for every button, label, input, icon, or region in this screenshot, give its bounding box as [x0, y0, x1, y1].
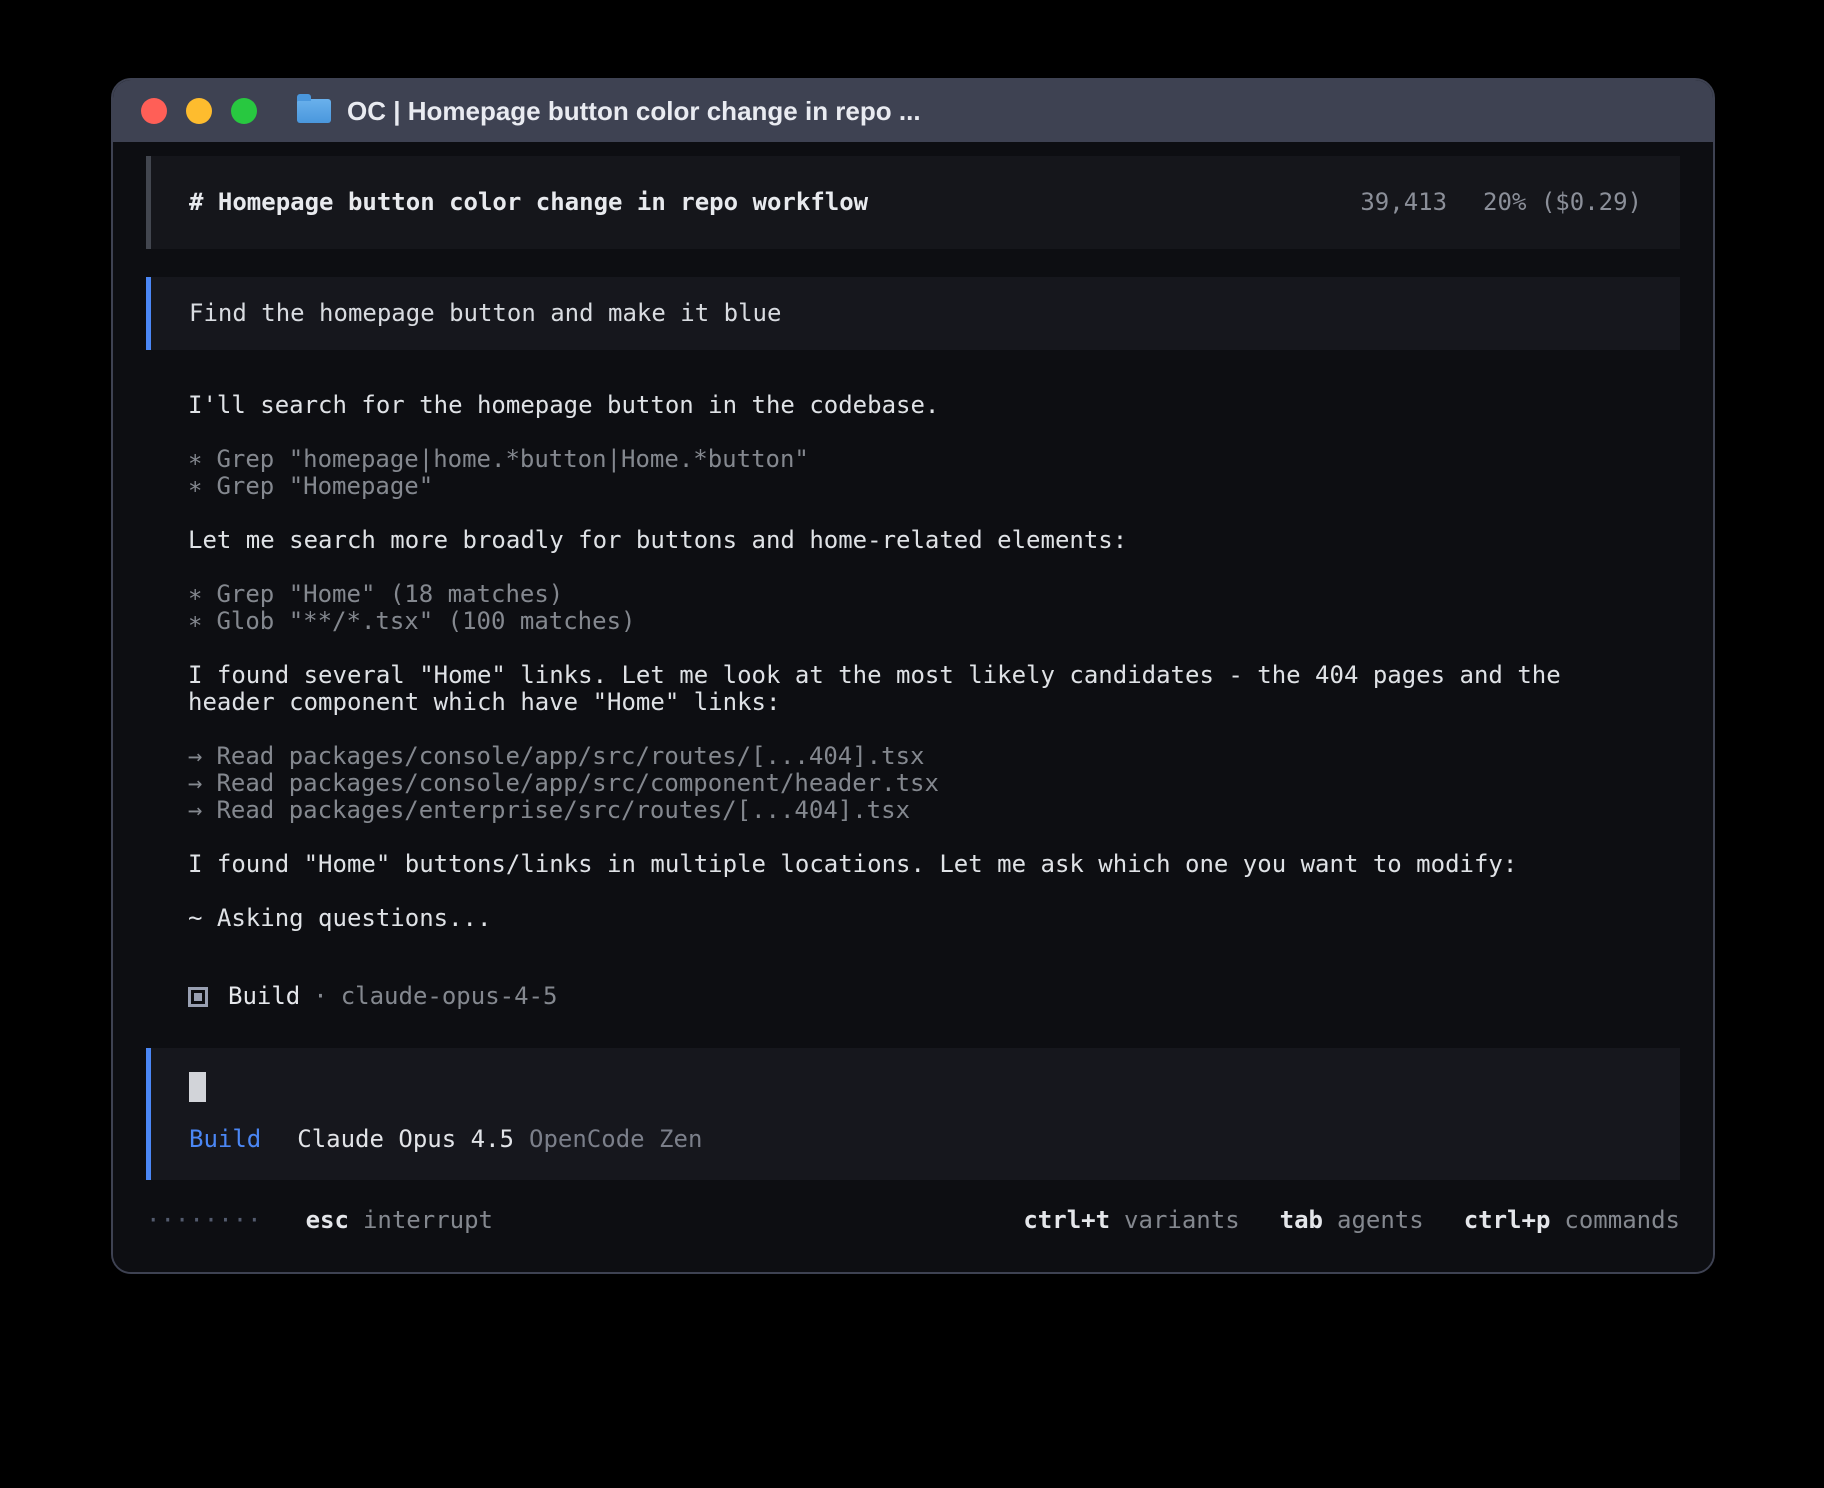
- shortcut-label: agents: [1337, 1207, 1424, 1234]
- session-stats: 39,413 20% ($0.29): [1360, 189, 1642, 216]
- tool-call-text: Grep "Home" (18 matches): [216, 580, 563, 608]
- folder-icon: [297, 99, 331, 123]
- tool-call-read: → Read packages/console/app/src/routes/[.…: [188, 743, 1618, 770]
- shortcut-agents: tab agents: [1280, 1207, 1424, 1234]
- user-message-text: Find the homepage button and make it blu…: [189, 299, 781, 327]
- tool-call-grep: ∗ Grep "Home" (18 matches): [188, 581, 1618, 608]
- asterisk-icon: ∗: [188, 607, 202, 635]
- tool-call-read: → Read packages/console/app/src/component…: [188, 770, 1618, 797]
- terminal-content: # Homepage button color change in repo w…: [113, 142, 1713, 1272]
- tool-call-glob: ∗ Glob "**/*.tsx" (100 matches): [188, 608, 1618, 635]
- status-bar: ········ esc interrupt ctrl+t variants t…: [146, 1207, 1680, 1234]
- titlebar[interactable]: OC | Homepage button color change in rep…: [113, 80, 1713, 142]
- spinner-dots-icon: ········: [146, 1207, 262, 1234]
- minimize-button[interactable]: [186, 98, 212, 124]
- token-count: 39,413: [1360, 189, 1447, 216]
- tool-call-text: Read packages/enterprise/src/routes/[...…: [216, 796, 910, 824]
- shortcut-key: tab: [1280, 1207, 1323, 1234]
- tool-call-grep: ∗ Grep "homepage|home.*button|Home.*butto…: [188, 446, 1618, 473]
- assistant-text: Let me search more broadly for buttons a…: [188, 527, 1618, 554]
- esc-key-hint: esc: [306, 1207, 349, 1234]
- agent-mode-label: Build: [189, 1126, 261, 1153]
- arrow-right-icon: →: [188, 742, 202, 770]
- build-agent-icon: [188, 987, 208, 1007]
- asterisk-icon: ∗: [188, 445, 202, 473]
- tool-call-grep: ∗ Grep "Homepage": [188, 473, 1618, 500]
- arrow-right-icon: →: [188, 769, 202, 797]
- esc-key-action: interrupt: [363, 1207, 493, 1234]
- shortcut-commands: ctrl+p commands: [1464, 1207, 1680, 1234]
- arrow-right-icon: →: [188, 796, 202, 824]
- status-left: ········ esc interrupt: [146, 1207, 493, 1234]
- assistant-text: I found "Home" buttons/links in multiple…: [188, 851, 1618, 878]
- title-group: OC | Homepage button color change in rep…: [297, 96, 921, 127]
- model-provider: OpenCode Zen: [529, 1126, 702, 1153]
- shortcut-label: variants: [1124, 1207, 1240, 1234]
- text-cursor-icon: [189, 1072, 206, 1102]
- conversation-body: I'll search for the homepage button in t…: [146, 392, 1618, 1010]
- tool-call-text: Read packages/console/app/src/component/…: [216, 769, 938, 797]
- tool-call-read: → Read packages/enterprise/src/routes/[..…: [188, 797, 1618, 824]
- assistant-text: I found several "Home" links. Let me loo…: [188, 662, 1618, 716]
- session-header: # Homepage button color change in repo w…: [146, 156, 1680, 249]
- asterisk-icon: ∗: [188, 580, 202, 608]
- context-cost: 20% ($0.29): [1483, 189, 1642, 216]
- tool-call-text: Grep "Homepage": [216, 472, 433, 500]
- zoom-button[interactable]: [231, 98, 257, 124]
- status-text: ~ Asking questions...: [188, 905, 1618, 932]
- shortcut-key: ctrl+p: [1464, 1207, 1551, 1234]
- shortcut-variants: ctrl+t variants: [1023, 1207, 1239, 1234]
- tool-call-text: Read packages/console/app/src/routes/[..…: [216, 742, 924, 770]
- terminal-window: OC | Homepage button color change in rep…: [111, 78, 1715, 1274]
- separator-dot: ·: [313, 983, 327, 1010]
- shortcut-key: ctrl+t: [1023, 1207, 1110, 1234]
- close-button[interactable]: [141, 98, 167, 124]
- agent-status: Build · claude-opus-4-5: [188, 983, 1618, 1010]
- input-meta: Build Claude Opus 4.5 OpenCode Zen: [189, 1126, 1642, 1153]
- asterisk-icon: ∗: [188, 472, 202, 500]
- tool-call-text: Glob "**/*.tsx" (100 matches): [216, 607, 635, 635]
- agent-model: claude-opus-4-5: [341, 983, 558, 1010]
- tool-call-text: Grep "homepage|home.*button|Home.*button…: [216, 445, 808, 473]
- status-right: ctrl+t variants tab agents ctrl+p comman…: [1023, 1207, 1680, 1234]
- window-controls: [141, 98, 257, 124]
- window-title: OC | Homepage button color change in rep…: [347, 96, 921, 127]
- agent-name: Build: [228, 983, 300, 1010]
- shortcut-label: commands: [1564, 1207, 1680, 1234]
- session-title: # Homepage button color change in repo w…: [189, 189, 868, 216]
- user-message: Find the homepage button and make it blu…: [146, 277, 1680, 350]
- prompt-input[interactable]: Build Claude Opus 4.5 OpenCode Zen: [146, 1048, 1680, 1180]
- assistant-text: I'll search for the homepage button in t…: [188, 392, 1618, 419]
- model-name: Claude Opus 4.5: [297, 1126, 514, 1153]
